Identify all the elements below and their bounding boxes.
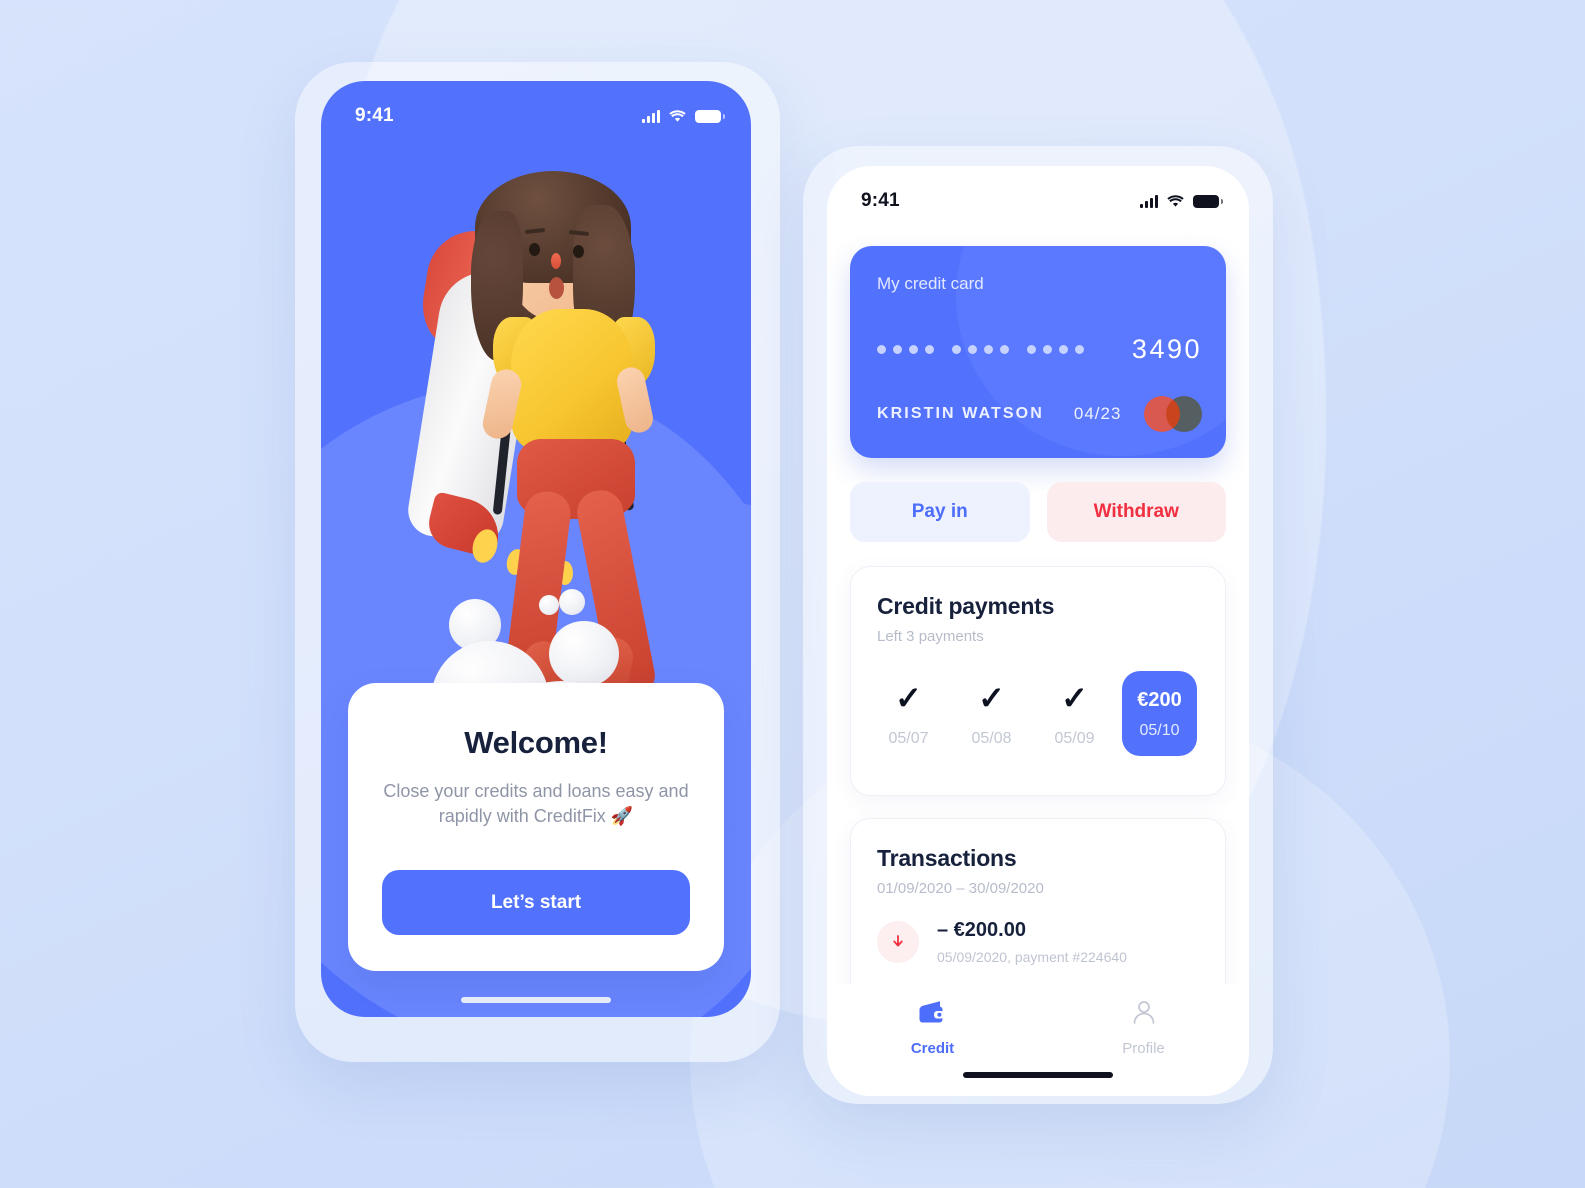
credit-payments-panel: Credit payments Left 3 payments ✓ 05/07 … xyxy=(850,566,1226,796)
payment-date: 05/10 xyxy=(1139,722,1180,739)
welcome-card: Welcome! Close your credits and loans ea… xyxy=(348,682,724,971)
page-title: Welcome! xyxy=(464,724,608,760)
left-status-bar: 9:41 xyxy=(321,81,751,137)
check-icon: ✓ xyxy=(1061,679,1088,716)
payment-date: 05 xyxy=(1203,723,1225,741)
card-holder-name: KRISTIN WATSON xyxy=(877,405,1044,422)
cellular-bars-icon xyxy=(642,109,660,123)
payment-amount: 20 xyxy=(1203,686,1225,709)
card-number: 3490 xyxy=(877,334,1202,365)
pay-in-button[interactable]: Pay in xyxy=(850,482,1030,542)
tab-label: Profile xyxy=(1122,1040,1165,1057)
tab-profile[interactable]: Profile xyxy=(1038,998,1249,1057)
payment-chip-paid[interactable]: ✓ 05/08 xyxy=(950,680,1033,748)
home-indicator xyxy=(963,1072,1113,1078)
payment-chip-paid[interactable]: ✓ 05/09 xyxy=(1033,680,1116,748)
right-status-bar: 9:41 xyxy=(827,166,1249,222)
transactions-date-range: 01/09/2020 – 30/09/2020 xyxy=(877,880,1044,897)
tab-label: Credit xyxy=(910,1040,955,1057)
user-icon xyxy=(1133,1001,1154,1024)
tab-credit[interactable]: Credit xyxy=(827,998,1038,1057)
arrow-down-icon xyxy=(877,921,919,963)
payments-timeline[interactable]: ✓ 05/07 ✓ 05/08 ✓ 05/09 €200 05/10 20 xyxy=(867,671,1225,756)
card-actions: Pay in Withdraw xyxy=(850,482,1226,542)
payment-chip-paid[interactable]: ✓ 05/07 xyxy=(867,680,950,748)
transaction-row[interactable]: – €200.00 05/09/2020, payment #224640 xyxy=(851,897,1225,965)
payment-amount: €200 xyxy=(1137,689,1182,711)
rocket-woman-illustration xyxy=(321,81,751,861)
status-time: 9:41 xyxy=(355,105,394,126)
credit-payments-title: Credit payments xyxy=(877,593,1055,619)
wallet-icon xyxy=(919,1001,944,1023)
battery-icon xyxy=(1193,194,1223,208)
cellular-bars-icon xyxy=(1140,194,1158,208)
battery-icon xyxy=(695,109,725,123)
payment-date: 05/08 xyxy=(971,729,1012,747)
credit-card[interactable]: My credit card 3490 KRISTIN WATSON 04/23 xyxy=(850,246,1226,458)
mastercard-icon xyxy=(1144,396,1202,432)
bottom-tab-bar: Credit Profile xyxy=(827,984,1249,1096)
credit-payments-subtitle: Left 3 payments xyxy=(877,628,984,645)
card-label: My credit card xyxy=(877,274,984,293)
payment-date: 05/09 xyxy=(1054,729,1095,747)
lets-start-button[interactable]: Let’s start xyxy=(382,870,690,935)
wifi-icon xyxy=(1167,195,1184,207)
payment-date: 05/07 xyxy=(888,729,929,747)
card-masked-group xyxy=(1027,345,1084,354)
card-expiry: 04/23 xyxy=(1073,404,1122,423)
check-icon: ✓ xyxy=(895,679,922,716)
card-masked-group xyxy=(877,345,934,354)
card-last4: 3490 xyxy=(1131,334,1202,364)
check-icon: ✓ xyxy=(978,679,1005,716)
transaction-meta: 05/09/2020, payment #224640 xyxy=(937,949,1127,965)
card-masked-group xyxy=(952,345,1009,354)
left-phone-screen: 9:41 Welcome! Close your credits and loa… xyxy=(321,81,751,1017)
withdraw-button[interactable]: Withdraw xyxy=(1046,482,1226,542)
payment-chip-current[interactable]: €200 05/10 xyxy=(1122,671,1197,756)
transaction-amount: – €200.00 xyxy=(937,919,1026,941)
payment-chip-upcoming[interactable]: 20 05 xyxy=(1203,686,1225,741)
wifi-icon xyxy=(669,110,686,122)
welcome-subtitle: Close your credits and loans easy and ra… xyxy=(383,780,689,827)
right-phone-screen: 9:41 My credit card 3490 KRISTIN WATSON xyxy=(827,166,1249,1096)
status-time: 9:41 xyxy=(861,190,900,211)
home-indicator xyxy=(461,997,611,1003)
transactions-title: Transactions xyxy=(877,845,1017,871)
